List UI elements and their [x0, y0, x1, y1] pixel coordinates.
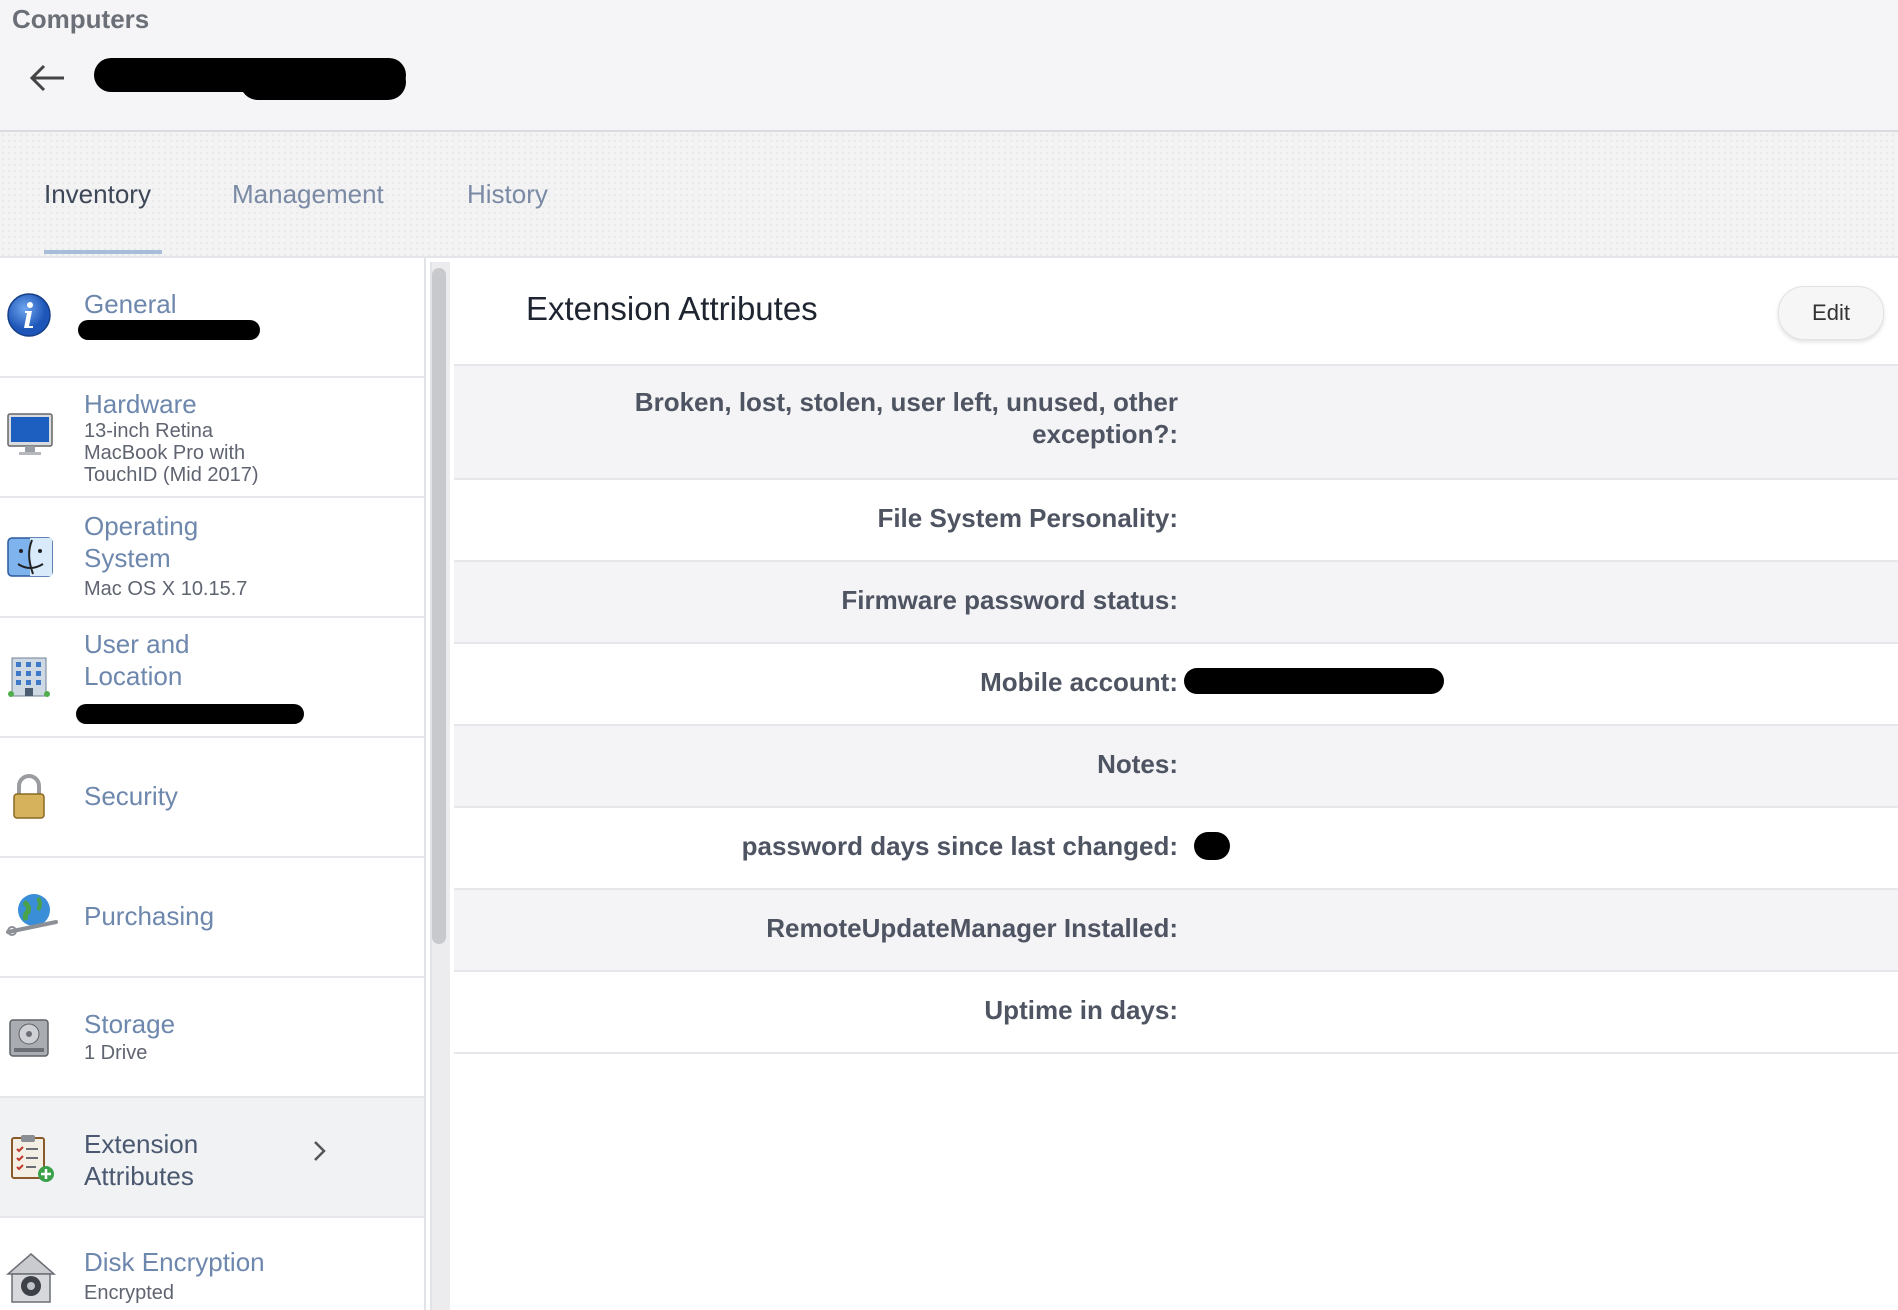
- info-icon: [6, 292, 52, 344]
- sidebar-item-label-line-2: Attributes: [84, 1161, 194, 1191]
- page-header: Computers: [0, 0, 1898, 132]
- sidebar-item-operating-system[interactable]: Operating System Mac OS X 10.15.7: [0, 498, 424, 618]
- extension-attributes-panel: Extension Attributes Edit Broken, lost, …: [454, 258, 1898, 1310]
- hard-drive-icon: [6, 1016, 52, 1068]
- tab-management[interactable]: Management: [232, 179, 384, 210]
- attribute-label: Mobile account:: [980, 667, 1178, 697]
- tab-inventory[interactable]: Inventory: [44, 179, 151, 210]
- sidebar-item-label: Security: [84, 781, 178, 811]
- attribute-row: Mobile account:: [454, 642, 1898, 724]
- attribute-row: Notes:: [454, 724, 1898, 806]
- building-icon: [6, 654, 52, 706]
- active-tab-indicator: [44, 250, 162, 254]
- sidebar-item-subtitle: 1 Drive: [84, 1042, 148, 1064]
- attribute-row: password days since last changed:: [454, 806, 1898, 888]
- padlock-icon: [6, 772, 52, 824]
- attribute-label: Notes:: [1097, 749, 1178, 779]
- attribute-label: File System Personality:: [877, 503, 1178, 533]
- sidebar-item-label-line-1: Operating: [84, 511, 199, 541]
- clipboard-add-icon: [6, 1134, 54, 1186]
- sidebar-item-user-and-location[interactable]: User and Location: [0, 618, 424, 738]
- sidebar-item-subtitle-line-2: MacBook Pro with: [84, 442, 246, 464]
- panel-title: Extension Attributes: [526, 290, 818, 327]
- redacted-user-subtitle: [76, 704, 304, 724]
- breadcrumb[interactable]: Computers: [12, 4, 149, 35]
- sidebar-item-storage[interactable]: Storage 1 Drive: [0, 978, 424, 1098]
- sidebar-item-label-line-1: User and: [84, 629, 190, 659]
- sidebar-item-purchasing[interactable]: Purchasing: [0, 858, 424, 978]
- sidebar-item-label-line-2: System: [84, 543, 171, 573]
- sidebar-item-subtitle: Encrypted: [84, 1282, 175, 1304]
- sidebar-item-extension-attributes[interactable]: Extension Attributes: [0, 1098, 424, 1218]
- sidebar-item-disk-encryption[interactable]: Disk Encryption Encrypted: [0, 1218, 424, 1310]
- attribute-row: File System Personality:: [454, 478, 1898, 560]
- sidebar-item-label: Disk Encryption: [84, 1247, 265, 1277]
- attribute-label-line-2: exception?:: [1032, 419, 1178, 449]
- filevault-icon: [5, 1252, 57, 1304]
- redacted-mobile-account: [1184, 668, 1444, 694]
- sidebar-scroll-thumb[interactable]: [432, 268, 446, 944]
- finder-icon: [6, 534, 53, 586]
- redacted-computer-name-tail: [240, 64, 406, 100]
- edit-button[interactable]: Edit: [1778, 286, 1884, 340]
- attribute-row: Broken, lost, stolen, user left, unused,…: [454, 364, 1898, 478]
- sidebar-item-label: General: [84, 289, 177, 319]
- attribute-label: Broken, lost, stolen, user left, unused,…: [558, 386, 1178, 450]
- attribute-label: Firmware password status:: [841, 585, 1178, 615]
- chevron-right-icon: [312, 1138, 328, 1164]
- attribute-label: password days since last changed:: [741, 831, 1178, 861]
- sidebar-item-label: Storage: [84, 1009, 176, 1039]
- sidebar-item-label: Purchasing: [84, 901, 215, 931]
- inventory-sidebar: General Hardware 13-inch Retina MacBook …: [0, 258, 426, 1310]
- tab-history[interactable]: History: [467, 179, 548, 210]
- sidebar-item-subtitle: Mac OS X 10.15.7: [84, 578, 248, 600]
- tab-bar: Inventory Management History: [0, 132, 1898, 258]
- sidebar-item-label-line-1: Extension: [84, 1129, 199, 1159]
- attribute-label-line-1: Broken, lost, stolen, user left, unused,…: [634, 387, 1178, 417]
- attribute-row: Firmware password status:: [454, 560, 1898, 642]
- attribute-label: Uptime in days:: [984, 995, 1178, 1025]
- attribute-row: RemoteUpdateManager Installed:: [454, 888, 1898, 970]
- sidebar-item-subtitle-line-1: 13-inch Retina: [84, 420, 213, 442]
- attribute-label: RemoteUpdateManager Installed:: [766, 913, 1178, 943]
- redacted-general-subtitle: [78, 320, 260, 340]
- sidebar-item-label: Hardware: [84, 389, 197, 419]
- sidebar-item-label-line-2: Location: [84, 661, 183, 691]
- back-arrow-icon[interactable]: [26, 58, 70, 98]
- globe-wrench-icon: [6, 892, 58, 944]
- monitor-icon: [6, 412, 53, 464]
- sidebar-item-security[interactable]: Security: [0, 738, 424, 858]
- redacted-password-days: [1194, 832, 1230, 860]
- sidebar-item-subtitle-line-3: TouchID (Mid 2017): [84, 464, 259, 486]
- sidebar-item-hardware[interactable]: Hardware 13-inch Retina MacBook Pro with…: [0, 378, 424, 498]
- sidebar-item-general[interactable]: General: [0, 258, 424, 378]
- attribute-row: Uptime in days:: [454, 970, 1898, 1054]
